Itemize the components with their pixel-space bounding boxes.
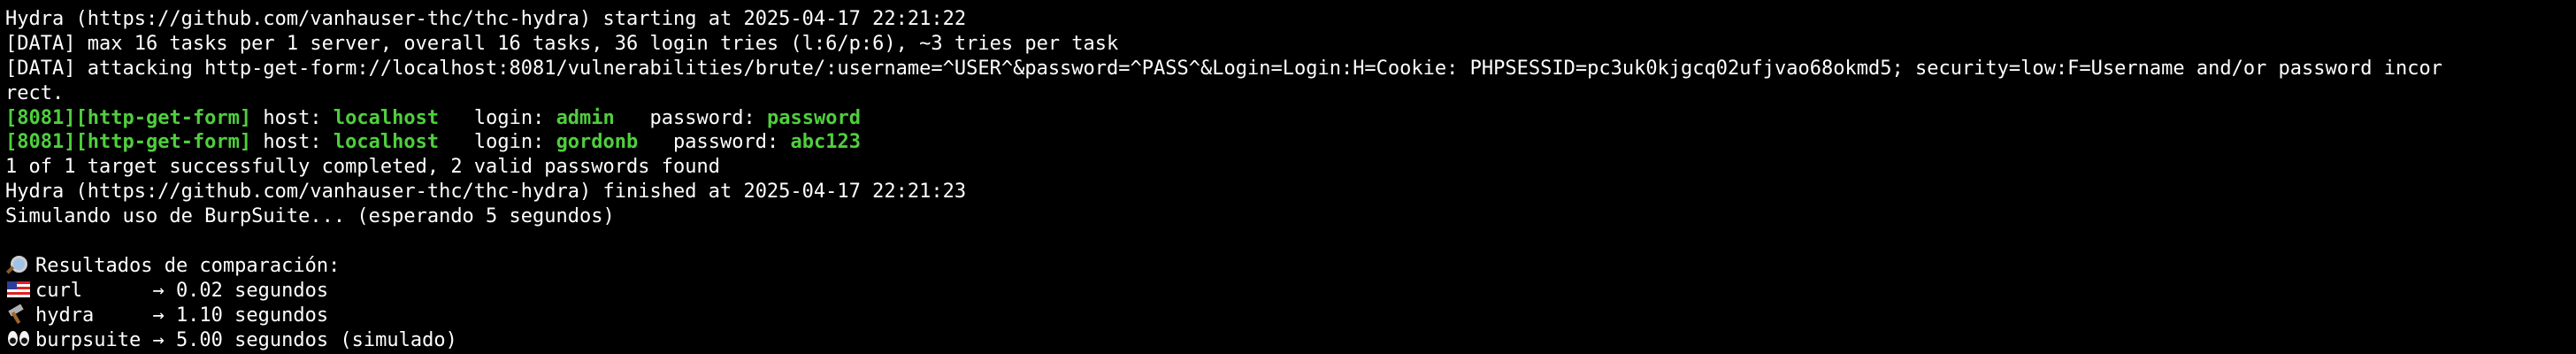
- result-host: localhost: [333, 106, 440, 129]
- summary-line: 1 of 1 target successfully completed, 2 …: [5, 156, 720, 179]
- comparison-row-text: curl → 0.02 segundos: [35, 279, 329, 302]
- comparison-row-curl: curl → 0.02 segundos: [5, 279, 2576, 304]
- result-login: admin: [556, 106, 615, 129]
- result-line: [8081][http-get-form] host: localhost lo…: [5, 106, 2576, 131]
- result-login: gordonb: [556, 131, 639, 154]
- result-password: abc123: [790, 131, 861, 154]
- result-password-label: password:: [638, 131, 791, 154]
- comparison-row-text: burpsuite → 5.00 segundos (simulado): [35, 328, 457, 351]
- result-host-label: host:: [251, 106, 334, 129]
- result-host-label: host:: [251, 131, 334, 154]
- data-attacking-line: [DATA] attacking http-get-form://localho…: [5, 57, 2442, 80]
- result-line: [8081][http-get-form] host: localhost lo…: [5, 130, 2576, 155]
- result-login-label: login:: [439, 106, 556, 129]
- hydra-start-line: Hydra (https://github.com/vanhauser-thc/…: [5, 8, 967, 30]
- comparison-row-hydra: hydra → 1.10 segundos: [5, 304, 2576, 328]
- data-attacking-line-wrap: rect.: [5, 81, 65, 104]
- comparison-row-burpsuite: burpsuite → 5.00 segundos (simulado): [5, 328, 2576, 353]
- hammer-icon: [5, 304, 35, 324]
- comparison-header: Resultados de comparación:: [5, 254, 2576, 279]
- burpsuite-sim-line: Simulando uso de BurpSuite... (esperando…: [5, 205, 615, 228]
- comparison-header-text: Resultados de comparación:: [35, 254, 341, 277]
- result-login-label: login:: [439, 131, 556, 154]
- data-tasks-line: [DATA] max 16 tasks per 1 server, overal…: [5, 32, 1119, 55]
- terminal-window[interactable]: Hydra (https://github.com/vanhauser-thc/…: [0, 0, 2576, 354]
- eyes-icon: [5, 329, 35, 349]
- comparison-row-text: hydra → 1.10 segundos: [35, 304, 329, 327]
- us-flag-icon: [5, 280, 35, 299]
- magnifier-icon: [5, 255, 35, 274]
- result-module: [http-get-form]: [75, 131, 252, 154]
- result-host: localhost: [333, 131, 440, 154]
- result-module: [http-get-form]: [75, 106, 252, 129]
- result-port: [8081]: [5, 106, 76, 129]
- result-port: [8081]: [5, 131, 76, 154]
- hydra-finish-line: Hydra (https://github.com/vanhauser-thc/…: [5, 181, 967, 204]
- result-password: password: [766, 106, 861, 129]
- result-password-label: password:: [614, 106, 767, 129]
